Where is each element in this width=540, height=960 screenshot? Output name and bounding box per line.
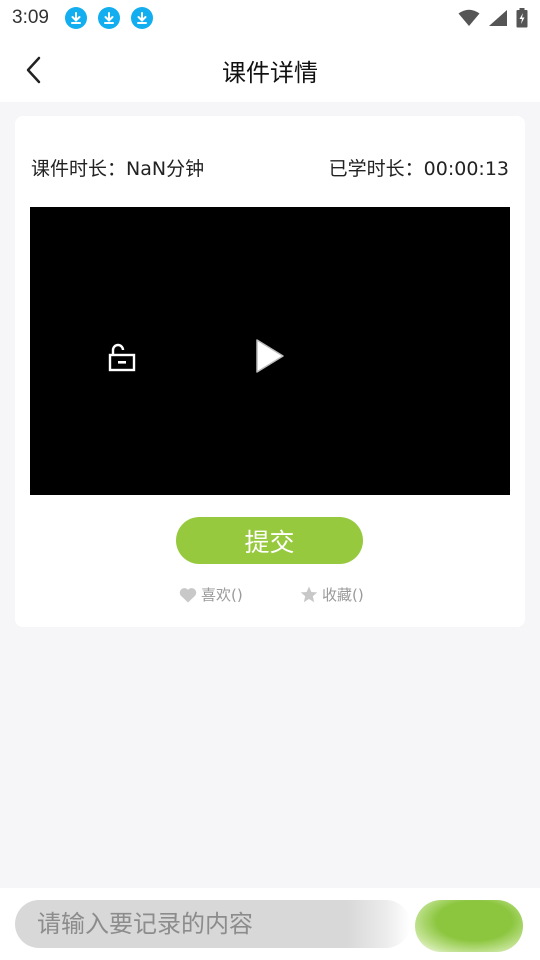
page-title: 课件详情 (222, 59, 318, 87)
course-card: 课件时长：NaN分钟 已学时长：00:00:13 提交 喜欢() 收藏() (15, 116, 525, 627)
wifi-icon (458, 9, 480, 26)
status-icons (458, 8, 528, 28)
unlock-icon[interactable] (106, 343, 138, 377)
heart-icon (179, 587, 197, 602)
battery-charging-icon (516, 8, 528, 28)
header: 课件详情 (0, 36, 540, 102)
favorite-label: 收藏() (322, 586, 364, 604)
course-info-row: 课件时长：NaN分钟 已学时长：00:00:13 (31, 154, 509, 181)
reaction-row: 喜欢() 收藏() (15, 584, 525, 606)
status-time: 3:09 (12, 7, 49, 28)
download-icon (64, 7, 87, 29)
note-bar (0, 888, 540, 960)
like-label: 喜欢() (201, 586, 243, 604)
video-player[interactable] (30, 207, 510, 495)
play-icon[interactable] (254, 337, 286, 379)
download-icon (97, 7, 120, 29)
favorite-button[interactable]: 收藏() (300, 584, 364, 605)
status-bar: 3:09 (0, 0, 540, 36)
download-icon (130, 7, 153, 29)
submit-button[interactable]: 提交 (176, 517, 363, 564)
star-icon (300, 586, 318, 603)
studied-duration: 已学时长：00:00:13 (328, 158, 509, 180)
like-button[interactable]: 喜欢() (179, 584, 243, 605)
send-button[interactable] (415, 900, 523, 952)
course-duration: 课件时长：NaN分钟 (31, 158, 205, 180)
note-input[interactable] (15, 900, 410, 948)
screen: 3:09 课件详情 课件时长：NaN分钟 已学时长：00:00:13 提交 喜欢… (0, 0, 540, 960)
signal-icon (489, 10, 507, 26)
